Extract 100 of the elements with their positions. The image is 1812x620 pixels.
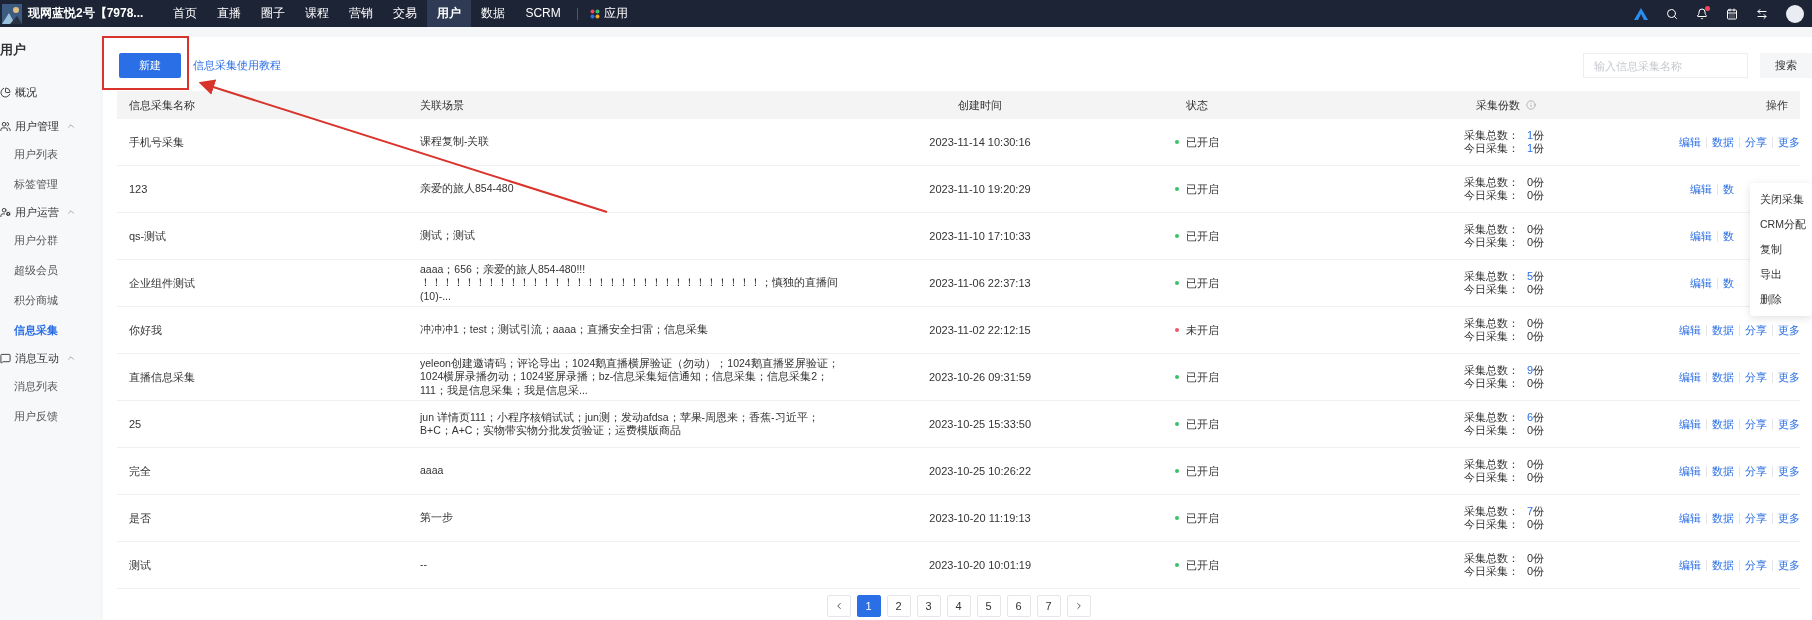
name-cell-text: 手机号采集 <box>128 134 185 150</box>
action-link[interactable]: 更多 <box>1772 371 1800 383</box>
swap-icon[interactable] <box>1756 7 1768 20</box>
action-link[interactable]: 更多 <box>1772 559 1800 571</box>
menu-item[interactable]: 删除 <box>1750 287 1812 312</box>
search-button[interactable]: 搜索 <box>1760 53 1812 78</box>
account-name[interactable]: 现网蓝悦2号【7978... <box>28 5 144 22</box>
nav-tab[interactable]: 课程 <box>295 0 340 27</box>
action-link[interactable]: 更多 <box>1772 324 1800 336</box>
sidebar-group[interactable]: 用户管理 <box>0 113 100 139</box>
status-text: 已开启 <box>1186 181 1219 197</box>
action-link[interactable]: 编辑 <box>1685 230 1717 242</box>
count-line: 采集总数： 0份 <box>1464 176 1546 189</box>
sidebar-item[interactable]: 标签管理 <box>0 169 100 199</box>
sidebar-item[interactable]: 用户列表 <box>0 139 100 169</box>
info-icon <box>1526 100 1536 110</box>
time-cell-text: 2023-10-20 11:19:13 <box>928 512 1032 524</box>
nav-tab[interactable]: SCRM <box>515 0 571 27</box>
action-link[interactable]: 数据 <box>1706 559 1739 571</box>
sidebar-item[interactable]: 用户分群 <box>0 225 100 255</box>
scene-cell-text: aaaa <box>420 464 445 478</box>
action-link[interactable]: 分享 <box>1739 512 1772 524</box>
action-link[interactable]: 数据 <box>1706 512 1739 524</box>
sidebar-group[interactable]: 用户运营 <box>0 199 100 225</box>
menu-item[interactable]: CRM分配 <box>1750 212 1812 237</box>
count-line: 采集总数： 9份 <box>1464 364 1546 377</box>
action-link[interactable]: 更多 <box>1772 136 1800 148</box>
nav-tab[interactable]: 圈子 <box>251 0 296 27</box>
nav-tab[interactable]: 直播 <box>207 0 252 27</box>
menu-item[interactable]: 导出 <box>1750 262 1812 287</box>
action-link[interactable]: 分享 <box>1739 559 1772 571</box>
time-cell-text: 2023-10-25 15:33:50 <box>927 418 1033 430</box>
nav-tab[interactable]: 用户 <box>427 0 472 27</box>
action-link[interactable]: 更多 <box>1772 418 1800 430</box>
apps-link[interactable]: 应用 <box>583 5 634 22</box>
calendar-icon[interactable] <box>1726 7 1738 20</box>
action-link[interactable]: 数据 <box>1706 324 1739 336</box>
action-link[interactable]: 分享 <box>1739 324 1772 336</box>
sidebar-group[interactable]: 消息互动 <box>0 345 100 371</box>
nav-tab[interactable]: 首页 <box>163 0 208 27</box>
action-link[interactable]: 数据 <box>1706 418 1739 430</box>
count-line: 今日采集： 1份 <box>1464 142 1546 155</box>
menu-item[interactable]: 关闭采集 <box>1750 187 1812 212</box>
page-button[interactable]: 3 <box>916 595 941 617</box>
action-link[interactable]: 分享 <box>1739 418 1772 430</box>
sidebar-item[interactable]: 用户反馈 <box>0 401 100 431</box>
count-line: 采集总数： 1份 <box>1464 129 1546 142</box>
action-link[interactable]: 数据 <box>1706 136 1739 148</box>
sidebar-item[interactable]: 信息采集 <box>0 315 100 345</box>
sidebar-title: 用户 <box>0 41 27 59</box>
sidebar-item[interactable]: 超级会员 <box>0 255 100 285</box>
action-link[interactable]: 编辑 <box>1685 183 1717 195</box>
nav-tab[interactable]: 营销 <box>339 0 384 27</box>
status-text: 已开启 <box>1186 275 1219 291</box>
new-button[interactable]: 新建 <box>119 53 181 78</box>
count-line: 今日采集： 0份 <box>1464 471 1546 484</box>
page-button[interactable]: 2 <box>886 595 911 617</box>
action-link[interactable]: 数据 <box>1706 465 1739 477</box>
bell-icon[interactable] <box>1696 7 1708 20</box>
action-link[interactable]: 编辑 <box>1674 465 1706 477</box>
page-button[interactable]: 1 <box>856 595 881 617</box>
action-link[interactable]: 数据 <box>1706 371 1739 383</box>
sidebar-item[interactable]: 消息列表 <box>0 371 100 401</box>
page-button[interactable]: 7 <box>1036 595 1061 617</box>
logo-icon[interactable] <box>1634 7 1648 20</box>
action-link[interactable]: 编辑 <box>1674 512 1706 524</box>
count-line: 采集总数： 5份 <box>1464 270 1546 283</box>
status-text: 已开启 <box>1186 463 1219 479</box>
menu-item[interactable]: 复制 <box>1750 237 1812 262</box>
action-link[interactable]: 更多 <box>1772 512 1800 524</box>
page-button[interactable]: 6 <box>1006 595 1031 617</box>
action-link[interactable]: 编辑 <box>1674 559 1706 571</box>
time-cell-text: 2023-10-26 09:31:59 <box>927 371 1033 383</box>
action-link[interactable]: 分享 <box>1739 371 1772 383</box>
action-link[interactable]: 数 <box>1717 183 1734 195</box>
action-link[interactable]: 编辑 <box>1674 324 1706 336</box>
sidebar-item[interactable]: 积分商城 <box>0 285 100 315</box>
status-text: 已开启 <box>1186 369 1219 385</box>
name-cell-text: 企业组件测试 <box>128 275 196 291</box>
action-link[interactable]: 分享 <box>1739 465 1772 477</box>
action-link[interactable]: 编辑 <box>1674 418 1706 430</box>
name-cell-text: qs-测试 <box>128 228 168 244</box>
action-link[interactable]: 数 <box>1717 277 1734 289</box>
action-link[interactable]: 数 <box>1717 230 1734 242</box>
count-line: 采集总数： 0份 <box>1464 552 1546 565</box>
status-text: 未开启 <box>1186 322 1219 338</box>
search-icon[interactable] <box>1666 7 1678 20</box>
action-link[interactable]: 编辑 <box>1674 371 1706 383</box>
action-link[interactable]: 更多 <box>1772 465 1800 477</box>
page-button[interactable]: 5 <box>976 595 1001 617</box>
page-button[interactable]: 4 <box>946 595 971 617</box>
nav-tab[interactable]: 数据 <box>471 0 516 27</box>
action-link[interactable]: 分享 <box>1739 136 1772 148</box>
sidebar-group[interactable]: 概况 <box>0 79 100 105</box>
count-line: 今日采集： 0份 <box>1464 330 1546 343</box>
action-link[interactable]: 编辑 <box>1674 136 1706 148</box>
nav-tab[interactable]: 交易 <box>383 0 428 27</box>
action-link[interactable]: 编辑 <box>1685 277 1717 289</box>
avatar[interactable] <box>1786 4 1804 23</box>
tutorial-link[interactable]: 信息采集使用教程 <box>193 58 281 73</box>
